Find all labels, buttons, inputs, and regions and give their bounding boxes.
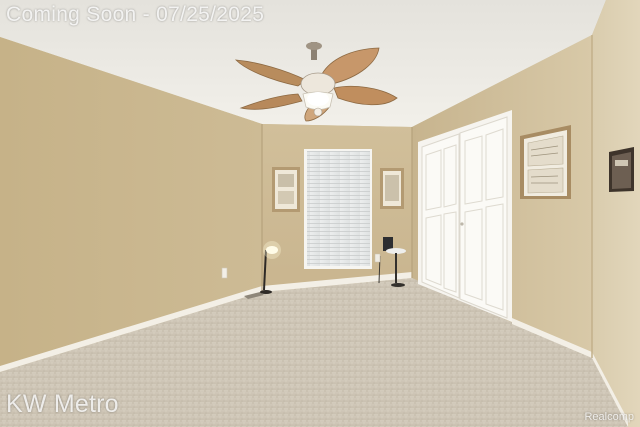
window-blind	[307, 151, 370, 266]
listing-photo: Coming Soon - 07/25/2025 KW Metro Realco…	[0, 0, 640, 427]
closet-door-right[interactable]	[459, 116, 508, 319]
photo-credit: Realcomp	[584, 411, 634, 423]
coming-soon-banner: Coming Soon - 07/25/2025	[6, 3, 265, 26]
closet-knob[interactable]	[460, 222, 464, 226]
brand-watermark: KW Metro	[6, 390, 119, 418]
right-return-wall	[592, 0, 640, 427]
room-scene	[0, 0, 640, 427]
wall-outlet	[221, 267, 228, 279]
